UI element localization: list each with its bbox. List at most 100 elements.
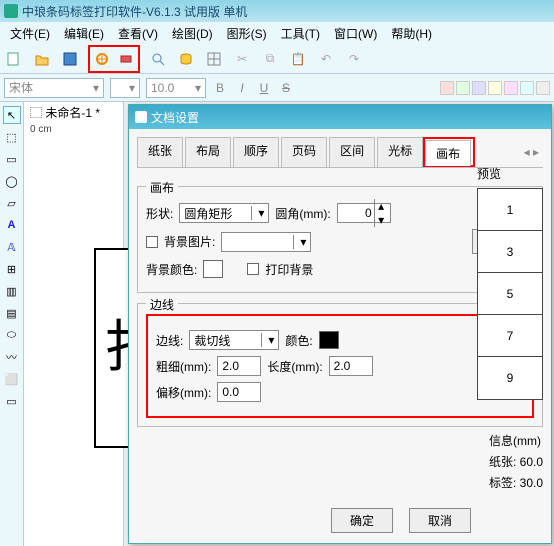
- document-tab[interactable]: ⬚ 未命名-1 *: [30, 104, 100, 121]
- preview-label: 预览: [477, 165, 543, 182]
- document-settings-dialog: 文档设置 纸张 布局 顺序 页码 区间 光标 画布 ◂ ▸ 画布 形状: 圆角矩…: [128, 104, 552, 544]
- offset-input[interactable]: [217, 382, 261, 402]
- bgimg-checkbox[interactable]: [146, 236, 158, 248]
- curve-tool-icon[interactable]: 〰: [3, 348, 21, 366]
- info-label-label: 标签:: [489, 476, 516, 490]
- menu-bar: 文件(E) 编辑(E) 查看(V) 绘图(D) 图形(S) 工具(T) 窗口(W…: [0, 22, 554, 44]
- length-input[interactable]: [329, 356, 373, 376]
- print-icon[interactable]: [116, 49, 136, 69]
- richtext-tool-icon[interactable]: 𝔸: [3, 238, 21, 256]
- radius-input[interactable]: ▴▾: [337, 203, 391, 223]
- cancel-button[interactable]: 取消: [409, 508, 471, 533]
- tab-page[interactable]: 页码: [281, 137, 327, 167]
- db-icon[interactable]: [176, 49, 196, 69]
- rounded-tool-icon[interactable]: ⬭: [3, 326, 21, 344]
- underline-button[interactable]: U: [256, 81, 272, 95]
- bgimg-path[interactable]: ▾: [221, 232, 311, 252]
- paste-icon[interactable]: 📋: [288, 49, 308, 69]
- color-swatches: [440, 81, 550, 95]
- menu-draw[interactable]: 绘图(D): [166, 23, 219, 44]
- menu-window[interactable]: 窗口(W): [328, 23, 383, 44]
- tab-paper[interactable]: 纸张: [137, 137, 183, 167]
- preview-row: 3: [478, 231, 542, 273]
- table-tool-icon[interactable]: ⊞: [3, 260, 21, 278]
- rect-tool-icon[interactable]: ▭: [3, 150, 21, 168]
- border-color-label: 颜色:: [285, 332, 312, 349]
- tab-cursor[interactable]: 光标: [377, 137, 423, 167]
- save-icon[interactable]: [60, 49, 80, 69]
- qrcode-tool-icon[interactable]: ▤: [3, 304, 21, 322]
- font-style-select[interactable]: ▾: [110, 78, 140, 98]
- shape-label: 形状:: [146, 205, 173, 222]
- redo-icon[interactable]: ↷: [344, 49, 364, 69]
- undo-icon[interactable]: ↶: [316, 49, 336, 69]
- ruler: 0 cm: [30, 124, 52, 135]
- app-icon: [4, 4, 18, 18]
- open-icon[interactable]: [32, 49, 52, 69]
- menu-tools[interactable]: 工具(T): [275, 23, 326, 44]
- dialog-title: 文档设置: [151, 109, 199, 126]
- poly-tool-icon[interactable]: ▱: [3, 194, 21, 212]
- italic-button[interactable]: I: [234, 81, 250, 95]
- menu-shape[interactable]: 图形(S): [221, 23, 273, 44]
- tab-order[interactable]: 顺序: [233, 137, 279, 167]
- menu-view[interactable]: 查看(V): [112, 23, 164, 44]
- grid-icon[interactable]: [204, 49, 224, 69]
- swatch[interactable]: [520, 81, 534, 95]
- swatch[interactable]: [472, 81, 486, 95]
- image-tool-icon[interactable]: ⬜: [3, 370, 21, 388]
- pointer-tool-icon[interactable]: ↖: [3, 106, 21, 124]
- bgcolor-swatch[interactable]: [203, 260, 223, 278]
- preview-panel: 预览 1 3 5 7 9: [477, 165, 543, 400]
- barcode-tool-icon[interactable]: ▥: [3, 282, 21, 300]
- swatch[interactable]: [456, 81, 470, 95]
- swatch[interactable]: [440, 81, 454, 95]
- app-title: 中琅条码标签打印软件-V6.1.3 试用版 单机: [22, 3, 247, 20]
- swatch[interactable]: [488, 81, 502, 95]
- tool-palette: ↖ ⬚ ▭ ◯ ▱ A 𝔸 ⊞ ▥ ▤ ⬭ 〰 ⬜ ▭: [0, 102, 24, 546]
- font-size-select[interactable]: 10.0▾: [146, 78, 206, 98]
- canvas-area[interactable]: ⬚ 未命名-1 * 0 cm 扎: [24, 102, 124, 546]
- tab-layout[interactable]: 布局: [185, 137, 231, 167]
- border-type-select[interactable]: 裁切线▾: [189, 330, 279, 350]
- menu-file[interactable]: 文件(E): [4, 23, 56, 44]
- dialog-titlebar[interactable]: 文档设置: [129, 105, 551, 129]
- doc-setup-icon[interactable]: [92, 49, 112, 69]
- strike-button[interactable]: S: [278, 81, 294, 95]
- bold-button[interactable]: B: [212, 81, 228, 95]
- thickness-input[interactable]: [217, 356, 261, 376]
- preview-row: 1: [478, 189, 542, 231]
- thickness-label: 粗细(mm):: [156, 358, 211, 375]
- preview-row: 7: [478, 315, 542, 357]
- box-tool-icon[interactable]: ▭: [3, 392, 21, 410]
- printbg-checkbox[interactable]: [247, 263, 259, 275]
- copy-icon[interactable]: ⧉: [260, 49, 280, 69]
- tab-scroll[interactable]: ◂ ▸: [520, 137, 543, 167]
- offset-label: 偏移(mm):: [156, 384, 211, 401]
- tab-canvas[interactable]: 画布: [425, 140, 471, 166]
- info-paper-label: 纸张:: [489, 455, 516, 469]
- font-family-select[interactable]: 宋体▾: [4, 78, 104, 98]
- ok-button[interactable]: 确定: [331, 508, 393, 533]
- text-tool-icon[interactable]: A: [3, 216, 21, 234]
- new-icon[interactable]: [4, 49, 24, 69]
- swatch[interactable]: [536, 81, 550, 95]
- preview-icon[interactable]: [148, 49, 168, 69]
- menu-edit[interactable]: 编辑(E): [58, 23, 110, 44]
- border-color-swatch[interactable]: [319, 331, 339, 349]
- info-label-value: 30.0: [520, 476, 543, 490]
- toolbar: ✂ ⧉ 📋 ↶ ↷: [0, 44, 554, 74]
- canvas-legend: 画布: [146, 179, 178, 196]
- select-tool-icon[interactable]: ⬚: [3, 128, 21, 146]
- cut-icon[interactable]: ✂: [232, 49, 252, 69]
- highlight-toolbar: [88, 45, 140, 73]
- ellipse-tool-icon[interactable]: ◯: [3, 172, 21, 190]
- dialog-icon: [135, 111, 147, 123]
- info-panel: 信息(mm) 纸张: 60.0 标签: 30.0: [489, 428, 543, 495]
- shape-select[interactable]: 圆角矩形▾: [179, 203, 269, 223]
- tab-range[interactable]: 区间: [329, 137, 375, 167]
- swatch[interactable]: [504, 81, 518, 95]
- length-label: 长度(mm):: [267, 358, 322, 375]
- bgcolor-label: 背景颜色:: [146, 261, 197, 278]
- menu-help[interactable]: 帮助(H): [385, 23, 438, 44]
